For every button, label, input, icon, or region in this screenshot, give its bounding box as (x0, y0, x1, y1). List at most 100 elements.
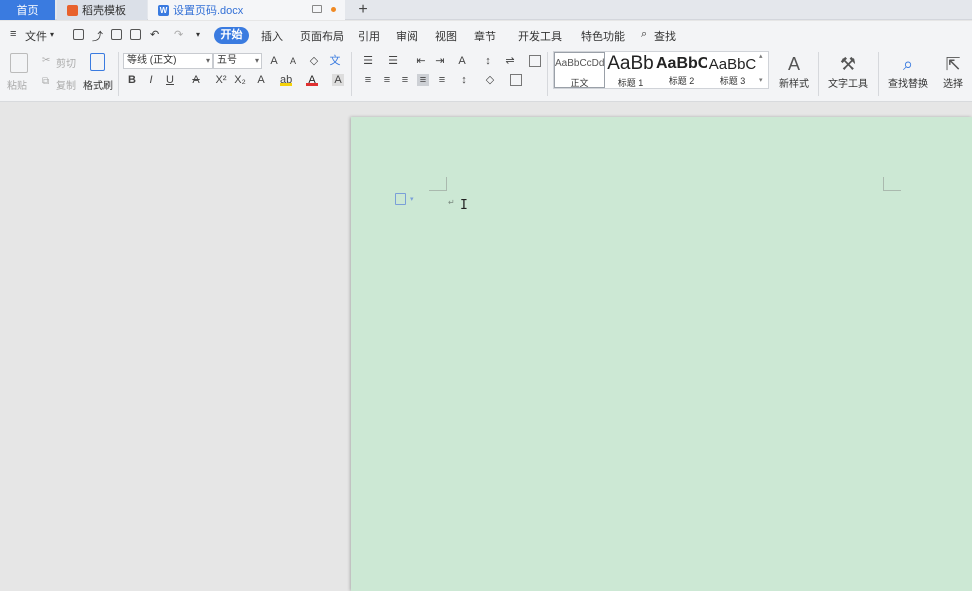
style-heading-1-caption: 标题 1 (617, 78, 644, 88)
copy-button[interactable]: 复制 (56, 77, 76, 92)
paragraph-layout-icon[interactable] (395, 193, 406, 205)
phonetic-icon[interactable]: 文 (329, 55, 341, 67)
chevron-down-icon[interactable]: ▾ (410, 195, 414, 203)
shading-icon[interactable]: ◇ (484, 74, 496, 86)
cut-button[interactable]: 剪切 (56, 55, 76, 70)
line-spacing-icon[interactable]: ↕ (458, 74, 470, 86)
ribbon-separator (351, 52, 352, 96)
sort-icon[interactable]: ↕ (482, 55, 494, 67)
menu-insert[interactable]: 插入 (261, 28, 283, 44)
monitor-icon[interactable] (312, 5, 322, 13)
save-icon[interactable] (73, 29, 84, 40)
menu-search[interactable]: 查找 (654, 28, 676, 44)
bullet-list-icon[interactable]: ☰ (362, 55, 374, 67)
clear-format-icon[interactable]: ◇ (308, 55, 320, 67)
underline-icon[interactable]: U (164, 74, 176, 86)
print-preview-icon[interactable] (130, 29, 141, 40)
menu-page-layout[interactable]: 页面布局 (300, 28, 344, 44)
scissors-icon: ✂ (42, 55, 51, 66)
paragraph-mark: ↵ (448, 198, 455, 207)
style-gallery: AaBbCcDd 正文 AaBb 标题 1 AaBbC 标题 2 AaBbC 标… (553, 51, 769, 89)
text-effect-icon[interactable]: A (255, 74, 267, 86)
new-tab-button[interactable]: + (355, 0, 371, 20)
search-icon[interactable]: ⌕ (641, 28, 647, 41)
select-button[interactable]: ⇱ 选择 (938, 53, 968, 90)
tab-document-label: 设置页码.docx (173, 5, 244, 17)
font-name-select[interactable]: 等线 (正文) (123, 53, 213, 69)
paste-icon[interactable] (10, 53, 28, 73)
font-size-value: 五号 (217, 55, 237, 66)
style-heading-1[interactable]: AaBb 标题 1 (605, 52, 656, 88)
find-replace-button[interactable]: ⌕ 查找替换 (884, 53, 932, 90)
numbered-list-icon[interactable]: ☰ (387, 55, 399, 67)
new-style-icon: A (787, 54, 800, 74)
distributed-icon[interactable]: ≡ (436, 74, 448, 86)
tab-home[interactable]: 首页 (0, 0, 55, 20)
print-icon[interactable] (111, 29, 122, 40)
show-marks-icon[interactable]: ⇌ (504, 55, 516, 67)
table-borders-icon[interactable] (529, 55, 541, 67)
margin-corner-top-left (429, 177, 447, 191)
font-color-icon[interactable]: A (306, 74, 318, 86)
grow-font-icon[interactable]: A (268, 55, 280, 67)
ribbon-separator (547, 52, 548, 96)
tab-docer-templates[interactable]: 稻壳模板 (57, 0, 147, 20)
style-heading-2[interactable]: AaBbC 标题 2 (656, 52, 707, 88)
redo-icon[interactable]: ↷ (174, 28, 183, 41)
borders-icon[interactable] (510, 74, 522, 86)
style-normal[interactable]: AaBbCcDd 正文 (554, 52, 605, 88)
format-painter-icon[interactable] (90, 53, 105, 71)
char-shading-icon[interactable]: A (332, 74, 344, 86)
select-label: 选择 (943, 79, 963, 90)
italic-icon[interactable]: I (145, 74, 157, 86)
shrink-font-icon[interactable]: A (287, 55, 299, 67)
quick-access-dropdown-icon[interactable]: ▾ (196, 30, 200, 39)
strikethrough-icon[interactable]: A (190, 74, 202, 86)
superscript-icon[interactable]: X² (215, 74, 227, 86)
undo-icon[interactable]: ↶ (150, 28, 159, 41)
writer-doc-icon: W (158, 4, 169, 16)
plus-icon: + (358, 1, 368, 18)
ribbon-separator (118, 52, 119, 96)
menu-special[interactable]: 特色功能 (581, 28, 625, 44)
menu-chapter[interactable]: 章节 (474, 28, 496, 44)
new-style-button[interactable]: A 新样式 (775, 53, 813, 90)
decrease-indent-icon[interactable]: ⇤ (415, 55, 427, 67)
link-icon[interactable]: ⤴ (92, 28, 103, 44)
magnifier-icon: ⌕ (902, 54, 914, 74)
highlight-icon[interactable]: ab (280, 74, 292, 86)
style-heading-3-sample: AaBbC (708, 56, 757, 73)
bold-icon[interactable]: B (126, 74, 138, 86)
style-heading-1-sample: AaBb (607, 53, 654, 74)
tab-document[interactable]: W 设置页码.docx (148, 0, 345, 20)
paste-button[interactable]: 粘贴 (7, 77, 27, 92)
hamburger-icon[interactable]: ≡ (10, 28, 16, 40)
new-style-label: 新样式 (779, 79, 809, 90)
align-right-icon[interactable]: ≡ (399, 74, 411, 86)
menu-references[interactable]: 引用 (358, 28, 380, 44)
document-page[interactable]: ▾ ↵ I (351, 117, 972, 591)
tab-docer-label: 稻壳模板 (82, 5, 126, 17)
text-tools-button[interactable]: ⚒ 文字工具 (825, 53, 871, 90)
align-left-icon[interactable]: ≡ (362, 74, 374, 86)
menu-start[interactable]: 开始 (214, 27, 249, 44)
font-size-select[interactable]: 五号 (213, 53, 262, 69)
menu-review[interactable]: 审阅 (396, 28, 418, 44)
format-painter-button[interactable]: 格式刷 (83, 77, 113, 92)
unsaved-dot-icon (331, 7, 336, 12)
chevron-down-icon[interactable]: ▾ (50, 30, 54, 39)
align-center-icon[interactable]: ≡ (381, 74, 393, 86)
style-more-icon[interactable]: ▾ (759, 76, 763, 84)
font-name-value: 等线 (正文) (127, 55, 177, 66)
style-heading-3[interactable]: AaBbC 标题 3 (707, 52, 758, 88)
menu-developer[interactable]: 开发工具 (518, 28, 562, 44)
subscript-icon[interactable]: X₂ (234, 74, 246, 86)
text-tools-label: 文字工具 (828, 79, 868, 90)
increase-indent-icon[interactable]: ⇥ (434, 55, 446, 67)
ribbon-separator (878, 52, 879, 96)
menu-file[interactable]: 文件 (25, 28, 47, 44)
justify-icon[interactable]: ≡ (417, 74, 429, 86)
chinese-layout-icon[interactable]: A (456, 55, 468, 67)
style-scroll-up-icon[interactable]: ▴ (759, 52, 763, 60)
menu-view[interactable]: 视图 (435, 28, 457, 44)
